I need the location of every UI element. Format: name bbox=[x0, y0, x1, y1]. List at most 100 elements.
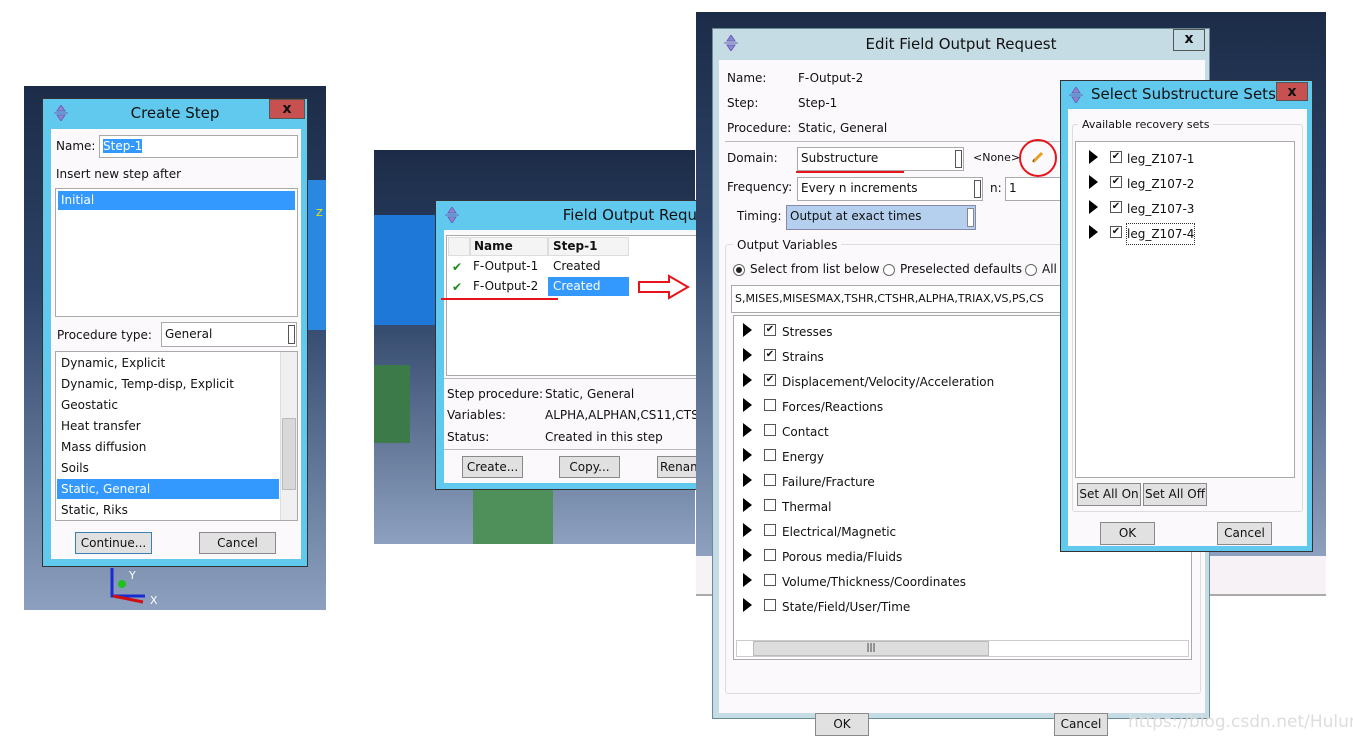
cancel-button[interactable]: Cancel bbox=[199, 532, 276, 554]
category-checkbox[interactable]: ✔ bbox=[764, 349, 776, 361]
model-part bbox=[374, 215, 436, 325]
scrollbar-thumb[interactable]: ||| bbox=[753, 641, 989, 656]
category-checkbox[interactable] bbox=[764, 424, 776, 436]
output-request-table[interactable]: Name Step-1 ✔ F-Output-1 Created ✔ F-Outp… bbox=[446, 235, 698, 376]
set-checkbox[interactable]: ✔ bbox=[1110, 176, 1122, 188]
category-checkbox[interactable] bbox=[764, 524, 776, 536]
procedure-item[interactable]: Static, Riks bbox=[57, 500, 279, 520]
category-checkbox[interactable]: ✔ bbox=[764, 324, 776, 336]
expand-arrow-icon[interactable] bbox=[743, 373, 752, 387]
continue-button[interactable]: Continue... bbox=[75, 532, 152, 554]
set-checkbox[interactable]: ✔ bbox=[1110, 226, 1122, 238]
cancel-button[interactable]: Cancel bbox=[1054, 713, 1108, 736]
radio-label[interactable]: All bbox=[1042, 262, 1057, 276]
expand-arrow-icon[interactable] bbox=[743, 473, 752, 487]
title-bar[interactable]: Edit Field Output Request bbox=[713, 29, 1209, 59]
set-all-on-button[interactable]: Set All On bbox=[1077, 483, 1141, 506]
procedure-list[interactable]: Dynamic, Explicit Dynamic, Temp-disp, Exp… bbox=[55, 351, 298, 521]
title-bar[interactable]: Field Output Requ bbox=[436, 201, 697, 229]
expand-arrow-icon[interactable] bbox=[1089, 175, 1098, 189]
procedure-item[interactable]: Mass diffusion bbox=[57, 437, 279, 457]
set-label: leg_Z107-3 bbox=[1127, 202, 1195, 216]
procedure-item[interactable]: Dynamic, Explicit bbox=[57, 353, 279, 373]
category-checkbox[interactable] bbox=[764, 449, 776, 461]
radio-button[interactable] bbox=[733, 264, 745, 276]
recovery-sets-list[interactable]: ✔ leg_Z107-1 ✔ leg_Z107-2 ✔ leg_Z107-3 ✔… bbox=[1075, 141, 1295, 478]
category-checkbox[interactable] bbox=[764, 399, 776, 411]
title-bar[interactable]: Select Substructure Sets bbox=[1061, 81, 1312, 108]
expand-arrow-icon[interactable] bbox=[1089, 225, 1098, 239]
title-bar[interactable]: Create Step bbox=[43, 99, 307, 127]
column-header-step[interactable]: Step-1 bbox=[548, 237, 629, 256]
annotation-arrow-icon bbox=[638, 274, 690, 300]
close-button[interactable]: x bbox=[269, 99, 305, 119]
cancel-button[interactable]: Cancel bbox=[1217, 522, 1272, 545]
horizontal-scrollbar[interactable]: ||| bbox=[736, 640, 1189, 657]
status-label: Status: bbox=[447, 430, 490, 444]
radio-label[interactable]: Select from list below bbox=[750, 262, 880, 276]
expand-arrow-icon[interactable] bbox=[743, 398, 752, 412]
dropdown-icon bbox=[974, 180, 981, 198]
radio-button[interactable] bbox=[1025, 264, 1037, 276]
set-checkbox[interactable]: ✔ bbox=[1110, 201, 1122, 213]
expand-arrow-icon[interactable] bbox=[743, 598, 752, 612]
category-checkbox[interactable] bbox=[764, 474, 776, 486]
divider bbox=[444, 378, 698, 379]
category-checkbox[interactable] bbox=[764, 549, 776, 561]
close-button[interactable]: x bbox=[1173, 29, 1205, 51]
request-status-cell[interactable]: Created bbox=[548, 277, 629, 296]
ok-button[interactable]: OK bbox=[815, 713, 869, 736]
expand-arrow-icon[interactable] bbox=[743, 573, 752, 587]
procedure-label: Procedure: bbox=[727, 121, 792, 135]
expand-arrow-icon[interactable] bbox=[1089, 200, 1098, 214]
expand-arrow-icon[interactable] bbox=[743, 423, 752, 437]
procedure-item[interactable]: Static, General bbox=[57, 479, 279, 499]
request-name[interactable]: F-Output-1 bbox=[473, 257, 538, 276]
step-value: Step-1 bbox=[798, 96, 838, 110]
radio-button[interactable] bbox=[883, 264, 895, 276]
set-all-off-button[interactable]: Set All Off bbox=[1143, 483, 1207, 506]
expand-arrow-icon[interactable] bbox=[743, 498, 752, 512]
column-header-name[interactable]: Name bbox=[470, 237, 548, 256]
expand-arrow-icon[interactable] bbox=[743, 323, 752, 337]
expand-arrow-icon[interactable] bbox=[1089, 150, 1098, 164]
expand-arrow-icon[interactable] bbox=[743, 448, 752, 462]
frequency-label: Frequency: bbox=[727, 180, 793, 194]
app-icon bbox=[724, 35, 738, 51]
expand-arrow-icon[interactable] bbox=[743, 348, 752, 362]
timing-combo[interactable]: Output at exact times bbox=[786, 205, 976, 230]
close-button[interactable]: x bbox=[1276, 82, 1308, 101]
request-status-cell[interactable]: Created bbox=[548, 257, 629, 276]
name-input[interactable]: Step-1 bbox=[99, 135, 298, 158]
set-checkbox[interactable]: ✔ bbox=[1110, 151, 1122, 163]
category-checkbox[interactable] bbox=[764, 499, 776, 511]
create-button[interactable]: Create... bbox=[462, 456, 523, 478]
recovery-sets-label: Available recovery sets bbox=[1078, 118, 1214, 131]
category-checkbox[interactable] bbox=[764, 574, 776, 586]
procedure-item[interactable]: Geostatic bbox=[57, 395, 279, 415]
category-checkbox[interactable]: ✔ bbox=[764, 374, 776, 386]
procedure-type-combo[interactable]: General bbox=[161, 322, 297, 347]
n-input[interactable]: 1 bbox=[1005, 177, 1065, 201]
insert-after-list[interactable]: Initial bbox=[55, 188, 298, 317]
domain-combo[interactable]: Substructure bbox=[797, 147, 964, 171]
scrollbar-thumb[interactable] bbox=[282, 418, 296, 490]
copy-button[interactable]: Copy... bbox=[559, 456, 620, 478]
dialog-body: Name Step-1 ✔ F-Output-1 Created ✔ F-Outp… bbox=[444, 230, 708, 483]
procedure-item[interactable]: Dynamic, Temp-disp, Explicit bbox=[57, 374, 279, 394]
name-value: F-Output-2 bbox=[798, 71, 864, 85]
category-checkbox[interactable] bbox=[764, 599, 776, 611]
frequency-combo[interactable]: Every n increments bbox=[797, 177, 983, 201]
check-icon: ✔ bbox=[452, 260, 463, 274]
scrollbar[interactable] bbox=[280, 352, 297, 520]
expand-arrow-icon[interactable] bbox=[743, 548, 752, 562]
ok-button[interactable]: OK bbox=[1100, 522, 1155, 545]
procedure-item[interactable]: Heat transfer bbox=[57, 416, 279, 436]
request-name[interactable]: F-Output-2 bbox=[473, 277, 538, 296]
expand-arrow-icon[interactable] bbox=[743, 523, 752, 537]
dialog-body: Name: Step-1 Insert new step after Initi… bbox=[51, 129, 301, 559]
variables-text-input[interactable]: S,MISES,MISESMAX,TSHR,CTSHR,ALPHA,TRIAX,… bbox=[731, 285, 1071, 313]
list-item-initial[interactable]: Initial bbox=[58, 191, 295, 210]
procedure-item[interactable]: Soils bbox=[57, 458, 279, 478]
radio-label[interactable]: Preselected defaults bbox=[900, 262, 1022, 276]
